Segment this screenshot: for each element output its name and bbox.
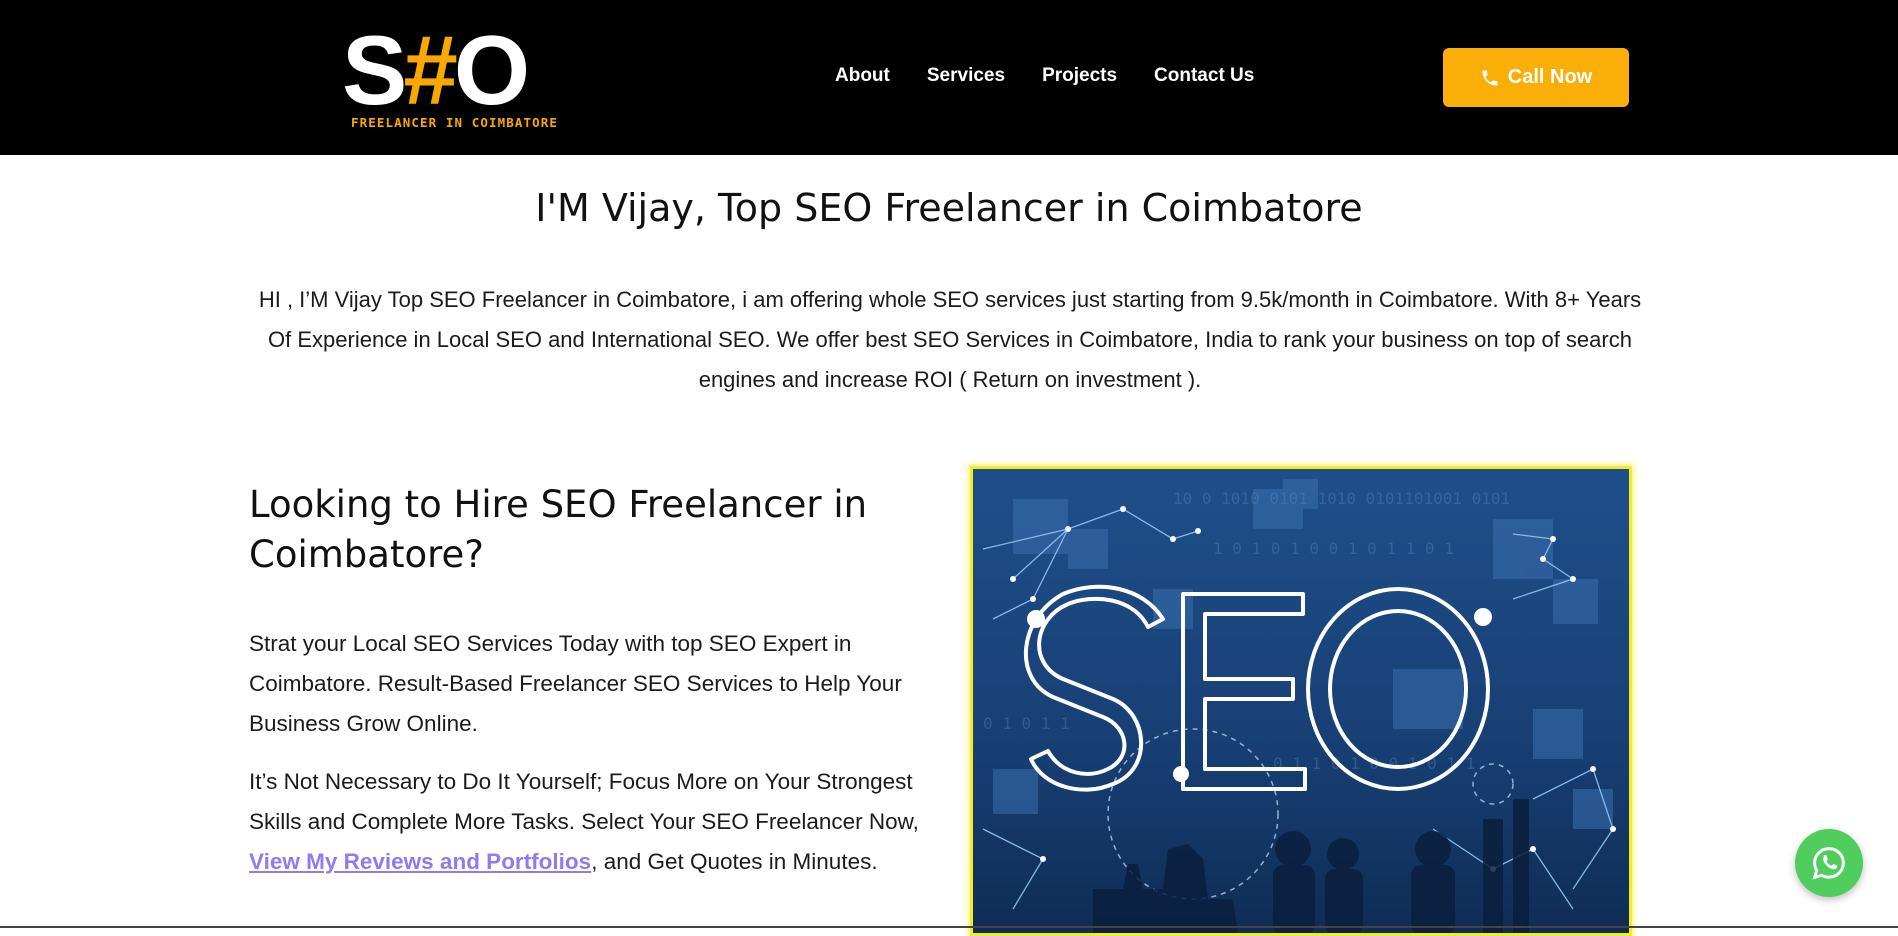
svg-text:1 0 1 0 1 0 0 1 0 1 1 0 1: 1 0 1 0 1 0 0 1 0 1 1 0 1 <box>1213 539 1454 558</box>
logo-wordmark: S#O <box>342 15 530 125</box>
whatsapp-chat-button[interactable] <box>1795 829 1863 897</box>
nav-contact-us[interactable]: Contact Us <box>1154 64 1254 88</box>
whatsapp-icon <box>1812 847 1845 880</box>
section-title: Looking to Hire SEO Freelancer in Coimba… <box>249 483 868 576</box>
hero-title: I'M Vijay, Top SEO Freelancer in Coimbat… <box>535 186 1363 230</box>
nav-services[interactable]: Services <box>927 64 1005 88</box>
phone-icon <box>1482 70 1498 85</box>
main-nav: About Services Projects Contact Us <box>835 64 1254 88</box>
nav-about[interactable]: About <box>835 64 890 88</box>
site-header: S#O FREELANCER IN COIMBATORE About Servi… <box>0 0 1898 155</box>
call-now-button[interactable]: Call Now <box>1443 48 1629 107</box>
reviews-portfolio-link[interactable]: View My Reviews and Portfolios <box>249 849 591 874</box>
seo-illustration: 10 0 1010 0101 1010 0101101001 0101 1 0 … <box>970 466 1632 936</box>
site-logo[interactable]: S#O FREELANCER IN COIMBATORE <box>342 15 572 134</box>
section-paragraph-2: It’s Not Necessary to Do It Yourself; Fo… <box>249 762 949 882</box>
logo-tagline: FREELANCER IN COIMBATORE <box>351 115 559 130</box>
paragraph-2-tail: , and Get Quotes in Minutes. <box>591 849 878 874</box>
svg-text:0 1 0 1 1: 0 1 0 1 1 <box>983 714 1070 733</box>
svg-text:10 0 1010 0101 1010 0101101001: 10 0 1010 0101 1010 0101101001 0101 <box>1173 489 1510 508</box>
call-now-label: Call Now <box>1507 66 1593 88</box>
nav-projects[interactable]: Projects <box>1042 64 1117 88</box>
section-paragraph-1: Strat your Local SEO Services Today with… <box>249 631 902 736</box>
hero-intro-text: HI , I’M Vijay Top SEO Freelancer in Coi… <box>258 287 1642 392</box>
paragraph-2-text: It’s Not Necessary to Do It Yourself; Fo… <box>249 769 919 834</box>
